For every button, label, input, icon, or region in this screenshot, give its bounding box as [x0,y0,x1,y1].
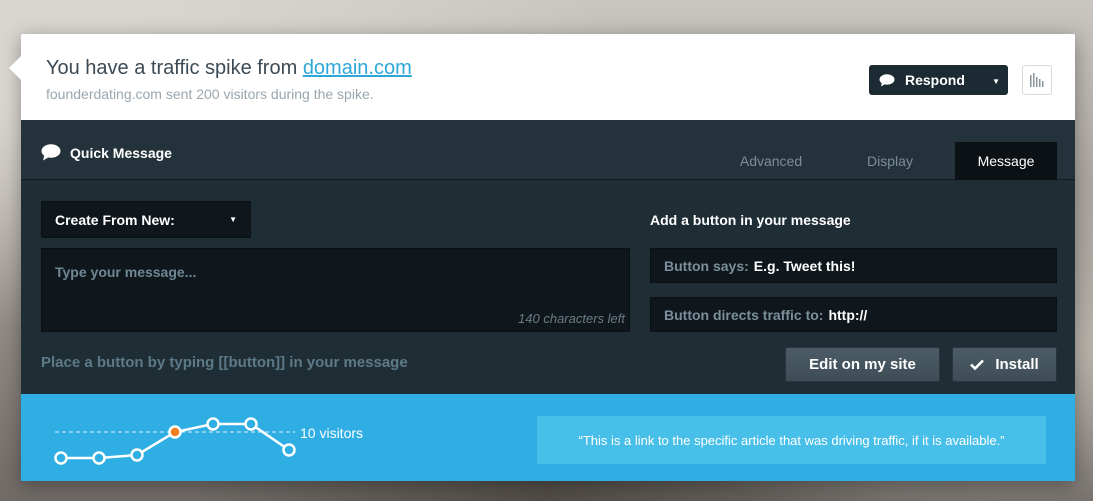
install-button[interactable]: Install [952,347,1057,382]
article-quote: “This is a link to the specific article … [537,416,1046,464]
add-button-heading: Add a button in your message [650,212,851,228]
tab-advanced[interactable]: Advanced [721,142,821,180]
domain-link[interactable]: domain.com [303,57,412,79]
chat-bubble-icon [41,144,61,161]
create-from-label: Create From New: [55,211,175,228]
character-count: 140 characters left [518,311,625,326]
tab-message[interactable]: Message [955,142,1057,180]
stats-button[interactable] [1022,65,1052,95]
edit-on-site-button[interactable]: Edit on my site [785,347,940,382]
page-title: You have a traffic spike from domain.com [46,57,412,80]
button-says-label: Button says: [664,257,749,274]
notification-panel: You have a traffic spike from domain.com… [9,34,1075,481]
button-directs-label: Button directs traffic to: [664,306,824,323]
button-directs-value: http:// [828,306,868,323]
quick-message-title: Quick Message [41,144,172,161]
notification-header: You have a traffic spike from domain.com… [9,34,1075,120]
header-pointer [9,56,21,80]
create-from-select[interactable]: Create From New: ▼ [41,201,251,238]
traffic-sparkline [54,417,296,465]
title-prefix: You have a traffic spike from [46,57,303,79]
button-hint: Place a button by typing [[button]] in y… [41,354,408,371]
quick-message-bar: Quick Message Advanced Display Message [21,120,1075,180]
spike-subtitle: founderdating.com sent 200 visitors duri… [46,86,374,102]
quick-message-panel: Quick Message Advanced Display Message C… [21,120,1075,394]
install-label: Install [995,356,1039,373]
visitors-label: 10 visitors [300,425,364,441]
bar-chart-icon [1030,73,1044,87]
chevron-down-icon: ▼ [229,215,237,224]
button-says-value: E.g. Tweet this! [753,257,856,274]
traffic-footer: 10 visitors “This is a link to the speci… [21,394,1075,481]
respond-label: Respond [905,72,965,88]
quick-message-label: Quick Message [70,144,172,161]
message-textarea[interactable]: Type your message... 140 characters left [41,248,630,332]
button-directs-field[interactable]: Button directs traffic to: http:// [650,297,1057,332]
respond-button[interactable]: Respond ▼ [869,65,1008,95]
tab-display[interactable]: Display [840,142,940,180]
chevron-down-icon: ▼ [992,77,1000,86]
message-placeholder: Type your message... [55,264,197,280]
checkmark-icon [970,359,985,370]
button-says-field[interactable]: Button says: E.g. Tweet this! [650,248,1057,283]
chat-bubble-icon [879,73,895,86]
